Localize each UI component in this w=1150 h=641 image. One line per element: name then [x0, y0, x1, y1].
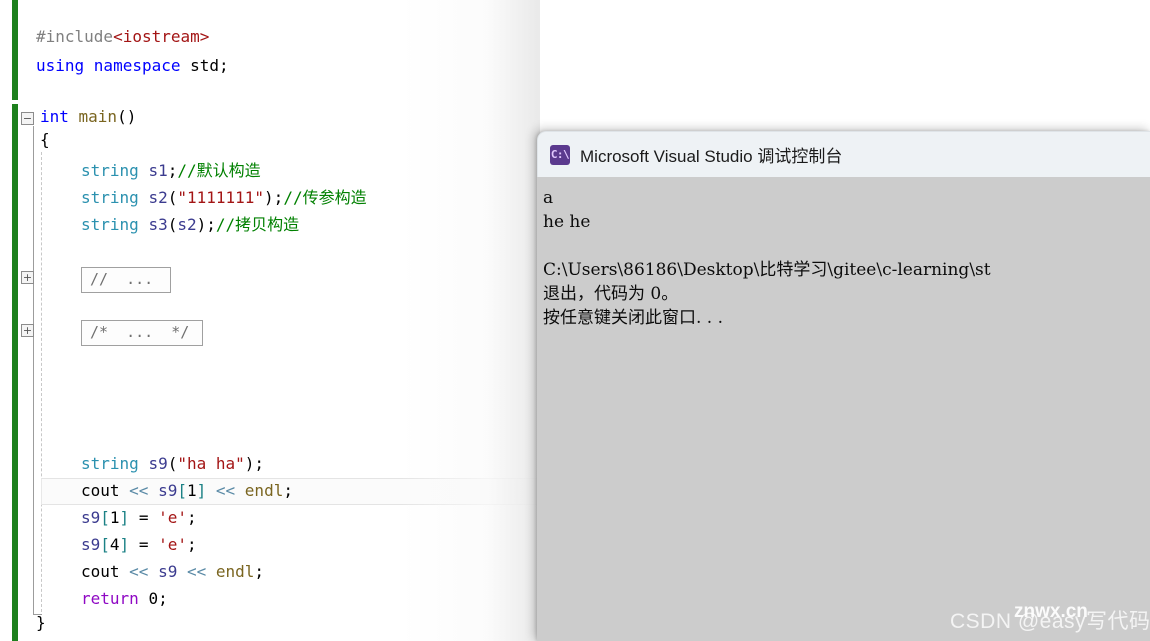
code-token: );	[196, 215, 216, 234]
code-token: main	[78, 107, 118, 126]
code-token: ]	[196, 481, 216, 500]
code-token: 0;	[148, 589, 168, 608]
code-token: 1	[109, 508, 120, 527]
code-token: ;	[254, 562, 265, 581]
code-token: s9	[158, 481, 178, 500]
code-token: s9	[148, 454, 168, 473]
editor-edge-fade	[400, 0, 540, 641]
code-token: s3	[148, 215, 168, 234]
code-token: 4	[109, 535, 120, 554]
code-token: #include	[36, 27, 114, 46]
code-line[interactable]: return 0;	[81, 590, 168, 608]
code-token: s9	[81, 535, 101, 554]
console-cmd-icon: C:\	[550, 144, 570, 165]
code-token: "ha ha"	[177, 454, 245, 473]
console-output-line: he he	[543, 212, 591, 232]
code-token: endl	[215, 562, 255, 581]
code-token: [	[100, 535, 110, 554]
code-token: std;	[190, 56, 229, 75]
code-token: (	[167, 454, 178, 473]
code-token: <<	[186, 562, 216, 581]
code-token: s2	[177, 215, 197, 234]
code-token: <iostream>	[113, 27, 210, 46]
fold-toggle-region-1[interactable]: +	[21, 271, 34, 284]
console-output-line: C:\Users\86186\Desktop\比特学习\gitee\c-lear…	[543, 260, 991, 280]
code-token: ;	[187, 508, 197, 527]
code-token: //拷贝构造	[215, 215, 300, 234]
console-output-line: 按任意键关闭此窗口. . .	[543, 308, 724, 328]
console-titlebar[interactable]: C:\ Microsoft Visual Studio 调试控制台	[537, 131, 1150, 177]
fold-toggle-main[interactable]: −	[21, 112, 34, 125]
code-token: ()	[117, 107, 137, 126]
code-token: ]	[119, 535, 130, 554]
code-line[interactable]: using namespace std;	[36, 57, 229, 75]
code-token: cout	[81, 562, 130, 581]
console-window-title: Microsoft Visual Studio 调试控制台	[580, 147, 843, 166]
code-token: }	[36, 613, 46, 632]
code-line[interactable]: s9[4] = 'e';	[81, 536, 197, 554]
console-output-line: 退出，代码为 0。	[543, 284, 679, 304]
code-token: ]	[119, 508, 130, 527]
code-token: (	[167, 188, 178, 207]
code-token: [	[100, 508, 110, 527]
code-token: string	[81, 454, 149, 473]
code-token: =	[129, 535, 159, 554]
code-token: //传参构造	[283, 188, 367, 207]
code-token: string	[81, 215, 149, 234]
console-output-line: a	[543, 188, 554, 208]
code-line[interactable]: }	[36, 614, 46, 632]
code-token: ;	[167, 161, 178, 180]
collapsed-region-line-comment[interactable]: // ...	[81, 267, 171, 293]
collapsed-region-block-comment[interactable]: /* ... */	[81, 320, 203, 346]
indent-guide	[41, 152, 42, 612]
console-window[interactable]: C:\ Microsoft Visual Studio 调试控制台 a he he…	[537, 131, 1150, 641]
code-token: s9	[158, 562, 187, 581]
code-token: ;	[283, 481, 293, 500]
code-token: (	[167, 215, 178, 234]
code-token: s1	[148, 161, 168, 180]
code-line[interactable]: string s1;//默认构造	[81, 162, 261, 180]
change-bar-top	[12, 0, 18, 100]
code-token: [	[177, 481, 187, 500]
screenshot-root: − + // ... + /* ... */ #include<iostream…	[0, 0, 1150, 641]
code-token: int	[40, 107, 79, 126]
fold-toggle-region-2[interactable]: +	[21, 324, 34, 337]
console-output-area[interactable]: a he he C:\Users\86186\Desktop\比特学习\gitee…	[537, 177, 1150, 641]
code-line[interactable]: cout << s9[1] << endl;	[81, 482, 293, 500]
code-line[interactable]: string s3(s2);//拷贝构造	[81, 216, 299, 234]
code-token: );	[264, 188, 284, 207]
code-token: "1111111"	[177, 188, 265, 207]
code-token: s9	[81, 508, 101, 527]
code-token: {	[40, 130, 50, 149]
code-token: <<	[129, 562, 159, 581]
code-token: return	[81, 589, 149, 608]
code-token: ;	[187, 535, 197, 554]
code-token: //默认构造	[177, 161, 261, 180]
code-token: using namespace	[36, 56, 191, 75]
code-line[interactable]: #include<iostream>	[36, 28, 209, 46]
code-line[interactable]: {	[40, 131, 50, 149]
code-token: string	[81, 188, 149, 207]
code-line[interactable]: cout << s9 << endl;	[81, 563, 264, 581]
change-bar-main	[12, 104, 18, 641]
code-token: 'e'	[158, 535, 187, 554]
code-line[interactable]: int main()	[40, 108, 136, 126]
code-token: );	[244, 454, 265, 473]
code-token: s2	[148, 188, 168, 207]
code-token: string	[81, 161, 149, 180]
code-line[interactable]: string s2("1111111");//传参构造	[81, 189, 367, 207]
code-token: 1	[186, 481, 197, 500]
console-icon-glyph: C:\	[550, 148, 570, 161]
code-editor-pane[interactable]: − + // ... + /* ... */ #include<iostream…	[0, 0, 540, 641]
code-line[interactable]: s9[1] = 'e';	[81, 509, 197, 527]
code-token: 'e'	[158, 508, 187, 527]
code-token: =	[129, 508, 159, 527]
code-token: cout	[81, 481, 130, 500]
code-token: endl	[244, 481, 284, 500]
code-token: <<	[215, 481, 245, 500]
code-token: <<	[129, 481, 159, 500]
code-line[interactable]: string s9("ha ha");	[81, 455, 264, 473]
outline-guide-main	[33, 126, 34, 604]
